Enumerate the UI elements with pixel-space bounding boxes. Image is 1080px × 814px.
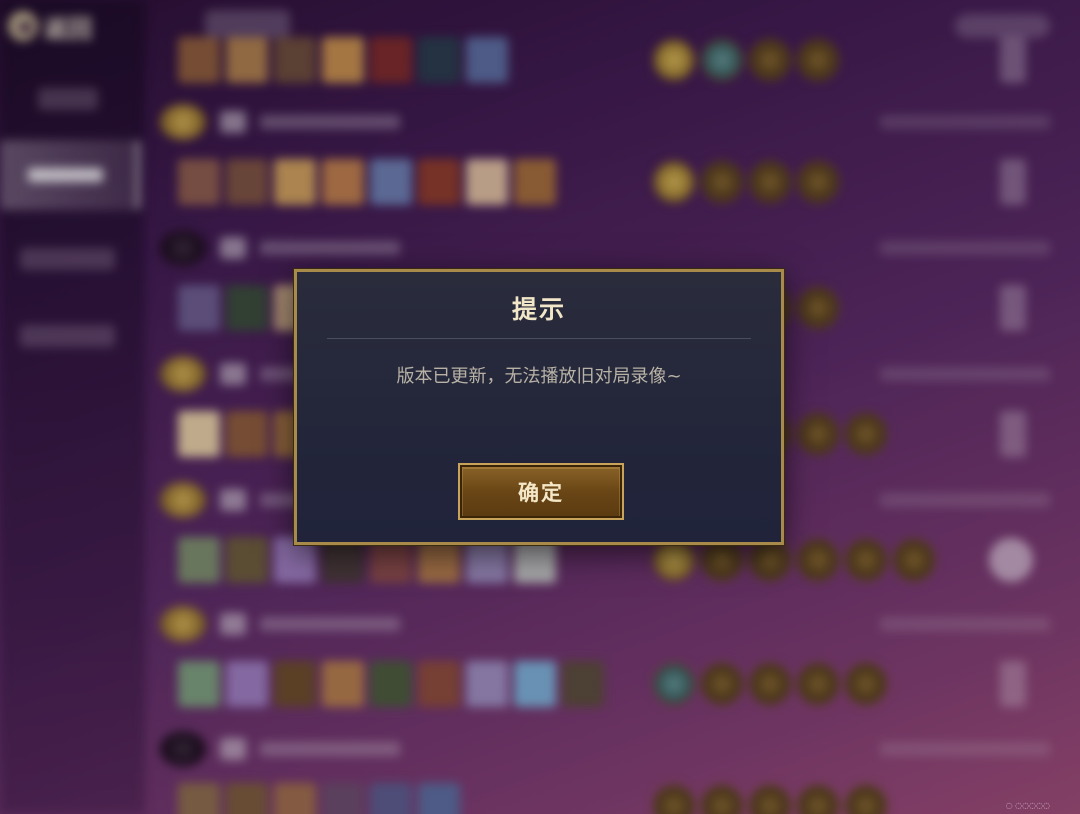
watermark: ◌ ◌◌◌◌◌ [1005,801,1050,810]
game-screen: ◀ 返回 提示 版本已更新，无法播放旧对局录像~ 确定 ◌ ◌◌◌◌◌ [0,0,1080,814]
dialog-title: 提示 [511,295,566,324]
notice-dialog: 提示 版本已更新，无法播放旧对局录像~ 确定 [294,269,784,545]
confirm-button[interactable]: 确定 [458,463,624,520]
dialog-divider [327,338,751,339]
dialog-message: 版本已更新，无法播放旧对局录像~ [396,366,682,387]
